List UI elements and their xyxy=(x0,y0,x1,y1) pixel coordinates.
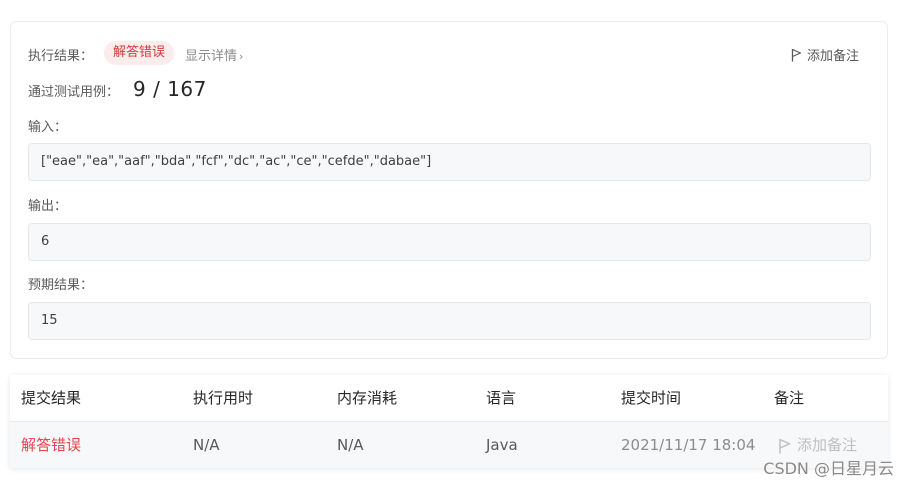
row-language: Java xyxy=(486,436,518,454)
row-time: 2021/11/17 18:04 xyxy=(621,436,756,454)
chevron-right-icon: › xyxy=(239,50,244,63)
flag-icon xyxy=(791,48,802,61)
row-memory: N/A xyxy=(337,436,364,454)
header-status: 提交结果 xyxy=(21,389,82,407)
watermark: CSDN @日星月云 xyxy=(763,459,894,478)
flag-icon xyxy=(779,438,791,453)
status-badge: 解答错误 xyxy=(104,41,175,65)
result-card: 执行结果： 解答错误 显示详情 › 添加备注 通过测试用例： 9 / 167 输入… xyxy=(10,21,888,359)
output-label: 输出： xyxy=(28,199,68,214)
header-memory: 内存消耗 xyxy=(337,389,398,407)
header-time: 提交时间 xyxy=(621,389,682,407)
show-details-label: 显示详情 xyxy=(185,49,238,64)
result-row: 执行结果： 解答错误 显示详情 › 添加备注 xyxy=(28,41,873,65)
submissions-table: 提交结果 执行用时 内存消耗 语言 提交时间 备注 解答错误 N/A N/A J… xyxy=(10,375,888,468)
table-header: 提交结果 执行用时 内存消耗 语言 提交时间 备注 xyxy=(10,375,888,421)
show-details-link[interactable]: 显示详情 › xyxy=(185,45,243,64)
row-runtime: N/A xyxy=(193,436,220,454)
add-note-button[interactable]: 添加备注 xyxy=(791,45,859,64)
add-note-label: 添加备注 xyxy=(806,49,859,64)
passed-label: 通过测试用例： xyxy=(28,85,120,100)
passed-count: 9 / 167 xyxy=(133,77,207,101)
header-note: 备注 xyxy=(774,389,805,407)
header-runtime: 执行用时 xyxy=(193,389,254,407)
row-status[interactable]: 解答错误 xyxy=(21,422,81,469)
passed-cases: 通过测试用例： 9 / 167 xyxy=(28,77,207,103)
input-label: 输入： xyxy=(28,120,68,135)
result-label: 执行结果： xyxy=(28,49,94,64)
table-row[interactable]: 解答错误 N/A N/A Java 2021/11/17 18:04 添加备注 xyxy=(10,421,888,468)
expected-field[interactable]: 15 xyxy=(28,302,871,340)
input-field[interactable]: ["eae","ea","aaf","bda","fcf","dc","ac",… xyxy=(28,143,871,181)
expected-label: 预期结果： xyxy=(28,278,94,293)
header-language: 语言 xyxy=(486,389,517,407)
output-field[interactable]: 6 xyxy=(28,223,871,261)
